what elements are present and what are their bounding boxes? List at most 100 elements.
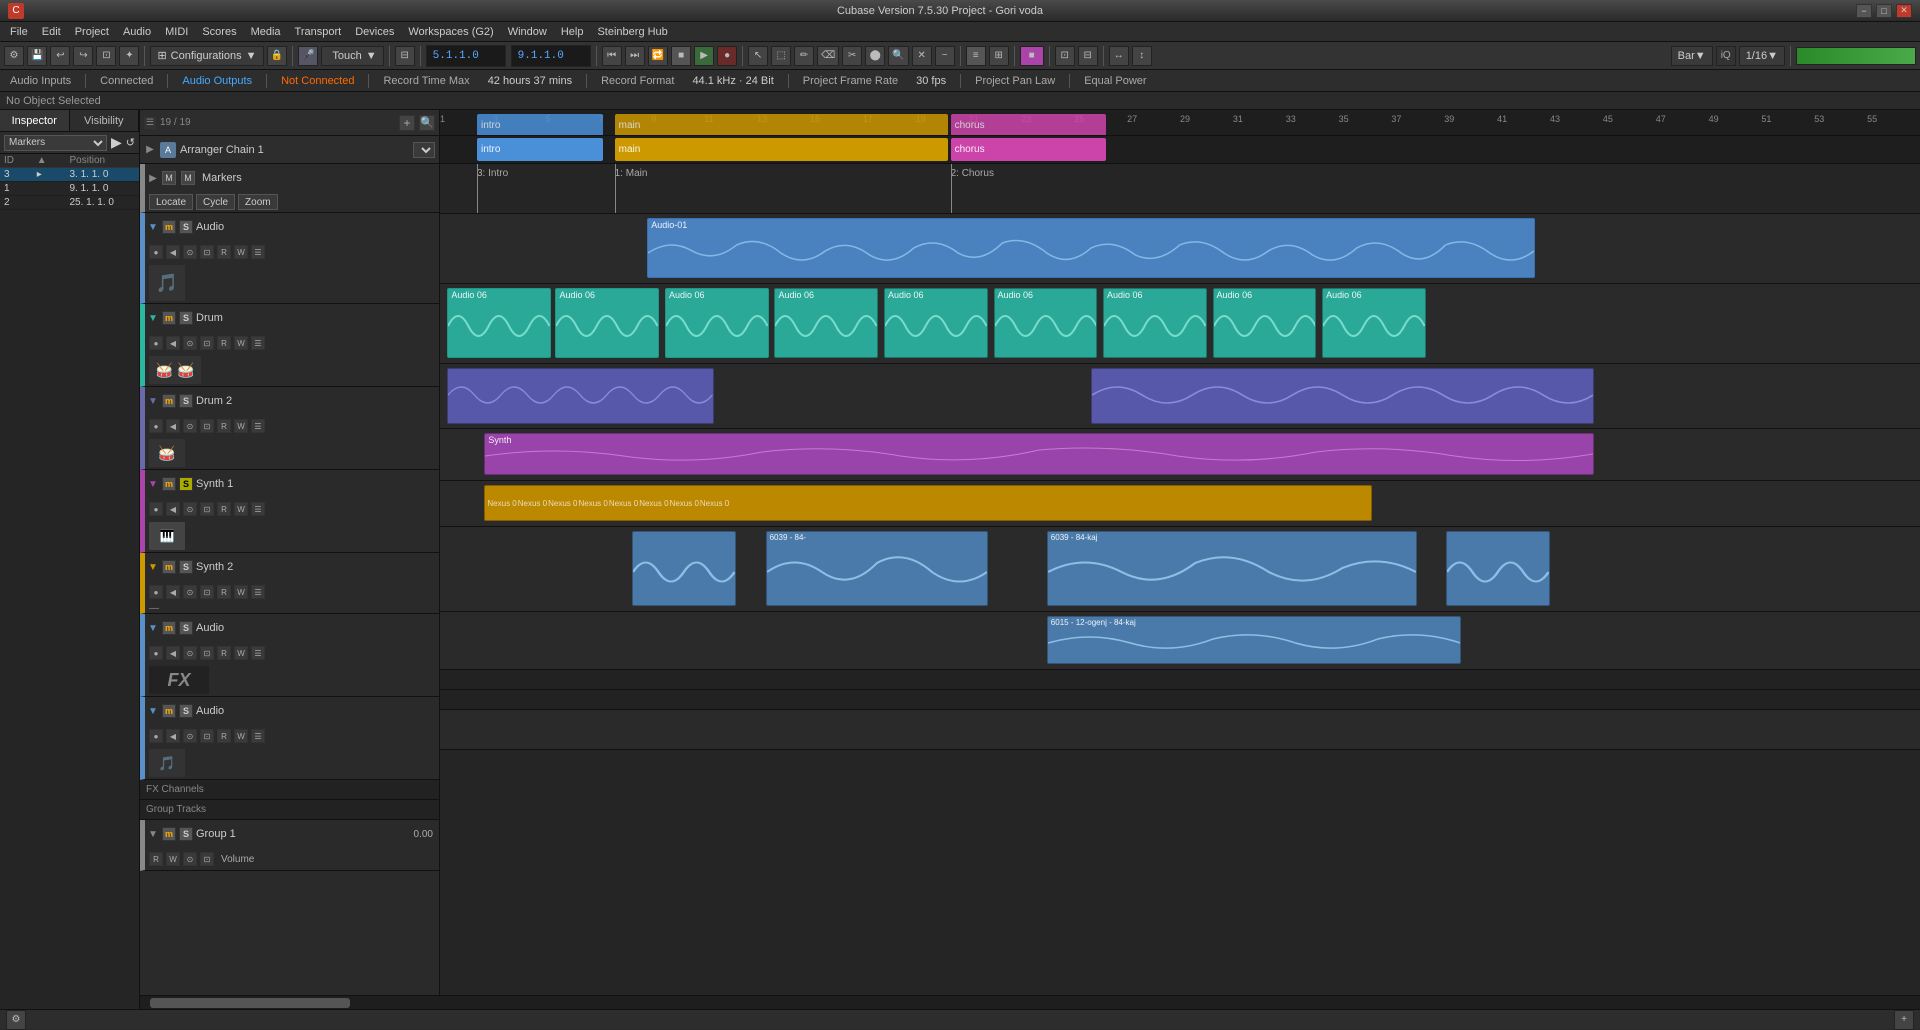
group1-ctrl4[interactable]: ⊡	[200, 852, 214, 866]
audio2-w[interactable]: W	[234, 646, 248, 660]
drum2-r[interactable]: R	[217, 419, 231, 433]
synth1-menu[interactable]: ☰	[251, 502, 265, 516]
drum-clip-3[interactable]: Audio 06	[665, 288, 769, 358]
audio1-clip[interactable]: Audio-01	[647, 218, 1535, 278]
audio3-ctrl4[interactable]: ⊡	[200, 729, 214, 743]
tb-forward-btn[interactable]: ⏭	[625, 46, 645, 66]
tb-setup-btn[interactable]: ⚙	[4, 46, 24, 66]
audio1-ctrl1[interactable]: ●	[149, 245, 163, 259]
audio2-expand[interactable]: ▼	[147, 622, 159, 634]
synth1-ctrl4[interactable]: ⊡	[200, 502, 214, 516]
tb-mixer-btn[interactable]: ⊟	[395, 46, 415, 66]
bottom-settings-btn[interactable]: ⚙	[6, 1010, 26, 1030]
audio3-solo[interactable]: S	[179, 704, 193, 718]
audio2-clip-3[interactable]: 6039 - 84-kaj	[1047, 531, 1417, 606]
synth1-ctrl2[interactable]: ◀	[166, 502, 180, 516]
tb-cycle-btn[interactable]: 🔁	[648, 46, 668, 66]
drum2-w[interactable]: W	[234, 419, 248, 433]
menu-audio[interactable]: Audio	[117, 24, 157, 40]
menu-workspaces[interactable]: Workspaces (G2)	[402, 24, 499, 40]
tb-rewind-btn[interactable]: ⏮	[602, 46, 622, 66]
arranger-section-chorus[interactable]: chorus	[951, 114, 1106, 136]
drum-clip-8[interactable]: Audio 06	[1213, 288, 1317, 358]
audio3-w[interactable]: W	[234, 729, 248, 743]
drum-clip-6[interactable]: Audio 06	[994, 288, 1098, 358]
tb-glue-btn[interactable]: ⬤	[865, 46, 885, 66]
audio2-ctrl2[interactable]: ◀	[166, 646, 180, 660]
tab-inspector[interactable]: Inspector	[0, 110, 70, 131]
audio2-ctrl1[interactable]: ●	[149, 646, 163, 660]
marker-row-1[interactable]: 3 ▸ 3. 1. 1. 0	[0, 168, 139, 182]
audio2-ctrl4[interactable]: ⊡	[200, 646, 214, 660]
audio3-mute[interactable]: m	[162, 704, 176, 718]
synth1-r[interactable]: R	[217, 502, 231, 516]
tb-zoom-btn[interactable]: 🔍	[888, 46, 908, 66]
group1-ctrl3[interactable]: ⊙	[183, 852, 197, 866]
quantize-dropdown[interactable]: 1/16 ▼	[1739, 46, 1785, 66]
arranger-section-main[interactable]: main	[615, 114, 948, 136]
drum-clip-5[interactable]: Audio 06	[884, 288, 988, 358]
drum2-expand[interactable]: ▼	[147, 395, 159, 407]
tb-history-btn[interactable]: ⊡	[96, 46, 116, 66]
drum-clip-2[interactable]: Audio 06	[555, 288, 659, 358]
markers-dropdown[interactable]: Markers	[4, 135, 107, 151]
audio2-ctrl3[interactable]: ⊙	[183, 646, 197, 660]
tb-mute-btn[interactable]: ✕	[912, 46, 932, 66]
audio1-expand[interactable]: ▼	[147, 221, 159, 233]
group1-expand[interactable]: ▼	[147, 828, 159, 840]
arranger-block-main[interactable]: main	[615, 138, 948, 161]
menu-steinberg-hub[interactable]: Steinberg Hub	[591, 24, 673, 40]
audio1-w[interactable]: W	[234, 245, 248, 259]
close-button[interactable]: ✕	[1896, 4, 1912, 18]
tb-color-btn[interactable]: ■	[1020, 46, 1044, 66]
tb-pencil-btn[interactable]: ✏	[794, 46, 814, 66]
tb-arrow-btn[interactable]: 🎤	[298, 46, 318, 66]
not-connected-btn[interactable]: Not Connected	[277, 73, 358, 89]
tb-transpose-btn[interactable]: ~	[935, 46, 955, 66]
audio1-ctrl2[interactable]: ◀	[166, 245, 180, 259]
synth2-expand[interactable]: ▼	[147, 561, 159, 573]
audio2-mute[interactable]: m	[162, 621, 176, 635]
tb-stop-btn[interactable]: ■	[671, 46, 691, 66]
marker-row-3[interactable]: 2 25. 1. 1. 0	[0, 196, 139, 210]
drum-clip-7[interactable]: Audio 06	[1103, 288, 1207, 358]
drum-clip-9[interactable]: Audio 06	[1322, 288, 1426, 358]
add-track-button[interactable]: +	[399, 115, 415, 131]
audio3-ctrl1[interactable]: ●	[149, 729, 163, 743]
audio3-clip-1[interactable]: 6015 - 12-ogenj - 84-kaj	[1047, 616, 1461, 664]
drum1-solo[interactable]: S	[179, 311, 193, 325]
menu-media[interactable]: Media	[245, 24, 287, 40]
arrange-scroll[interactable]: intromainchorus 3: Intro1: Main2: Chorus…	[440, 136, 1920, 995]
arranger-expand[interactable]: ▶	[144, 144, 156, 156]
markers-reset[interactable]: ↺	[126, 136, 135, 149]
locate-button[interactable]: Locate	[149, 194, 193, 210]
synth2-ctrl1[interactable]: ●	[149, 585, 163, 599]
drum2-clip-left[interactable]	[447, 368, 713, 424]
drum2-menu[interactable]: ☰	[251, 419, 265, 433]
synth2-mute[interactable]: m	[162, 560, 176, 574]
tab-visibility[interactable]: Visibility	[70, 110, 140, 131]
tb-eraser-btn[interactable]: ⌫	[817, 46, 839, 66]
synth2-ctrl2[interactable]: ◀	[166, 585, 180, 599]
tb-undo-btn[interactable]: ↩	[50, 46, 70, 66]
menu-edit[interactable]: Edit	[36, 24, 67, 40]
synth2-r[interactable]: R	[217, 585, 231, 599]
tb-pointer-btn[interactable]: ↖	[748, 46, 768, 66]
cycle-button[interactable]: Cycle	[196, 194, 235, 210]
drum1-r[interactable]: R	[217, 336, 231, 350]
arranger-chain-select[interactable]	[413, 142, 435, 158]
menu-devices[interactable]: Devices	[349, 24, 400, 40]
drum-clip-1[interactable]: Audio 06	[447, 288, 551, 358]
synth1-mute[interactable]: m	[162, 477, 176, 491]
drum2-ctrl1[interactable]: ●	[149, 419, 163, 433]
tb-chord-btn[interactable]: ⊡	[1055, 46, 1075, 66]
drum1-expand[interactable]: ▼	[147, 312, 159, 324]
drum1-w[interactable]: W	[234, 336, 248, 350]
audio2-clip-2[interactable]: 6039 - 84-	[766, 531, 988, 606]
menu-file[interactable]: File	[4, 24, 34, 40]
tb-snap-btn[interactable]: ≡	[966, 46, 986, 66]
menu-window[interactable]: Window	[502, 24, 553, 40]
audio-inputs-btn[interactable]: Audio Inputs	[6, 73, 75, 89]
audio1-ctrl4[interactable]: ⊡	[200, 245, 214, 259]
synth2-ctrl3[interactable]: ⊙	[183, 585, 197, 599]
